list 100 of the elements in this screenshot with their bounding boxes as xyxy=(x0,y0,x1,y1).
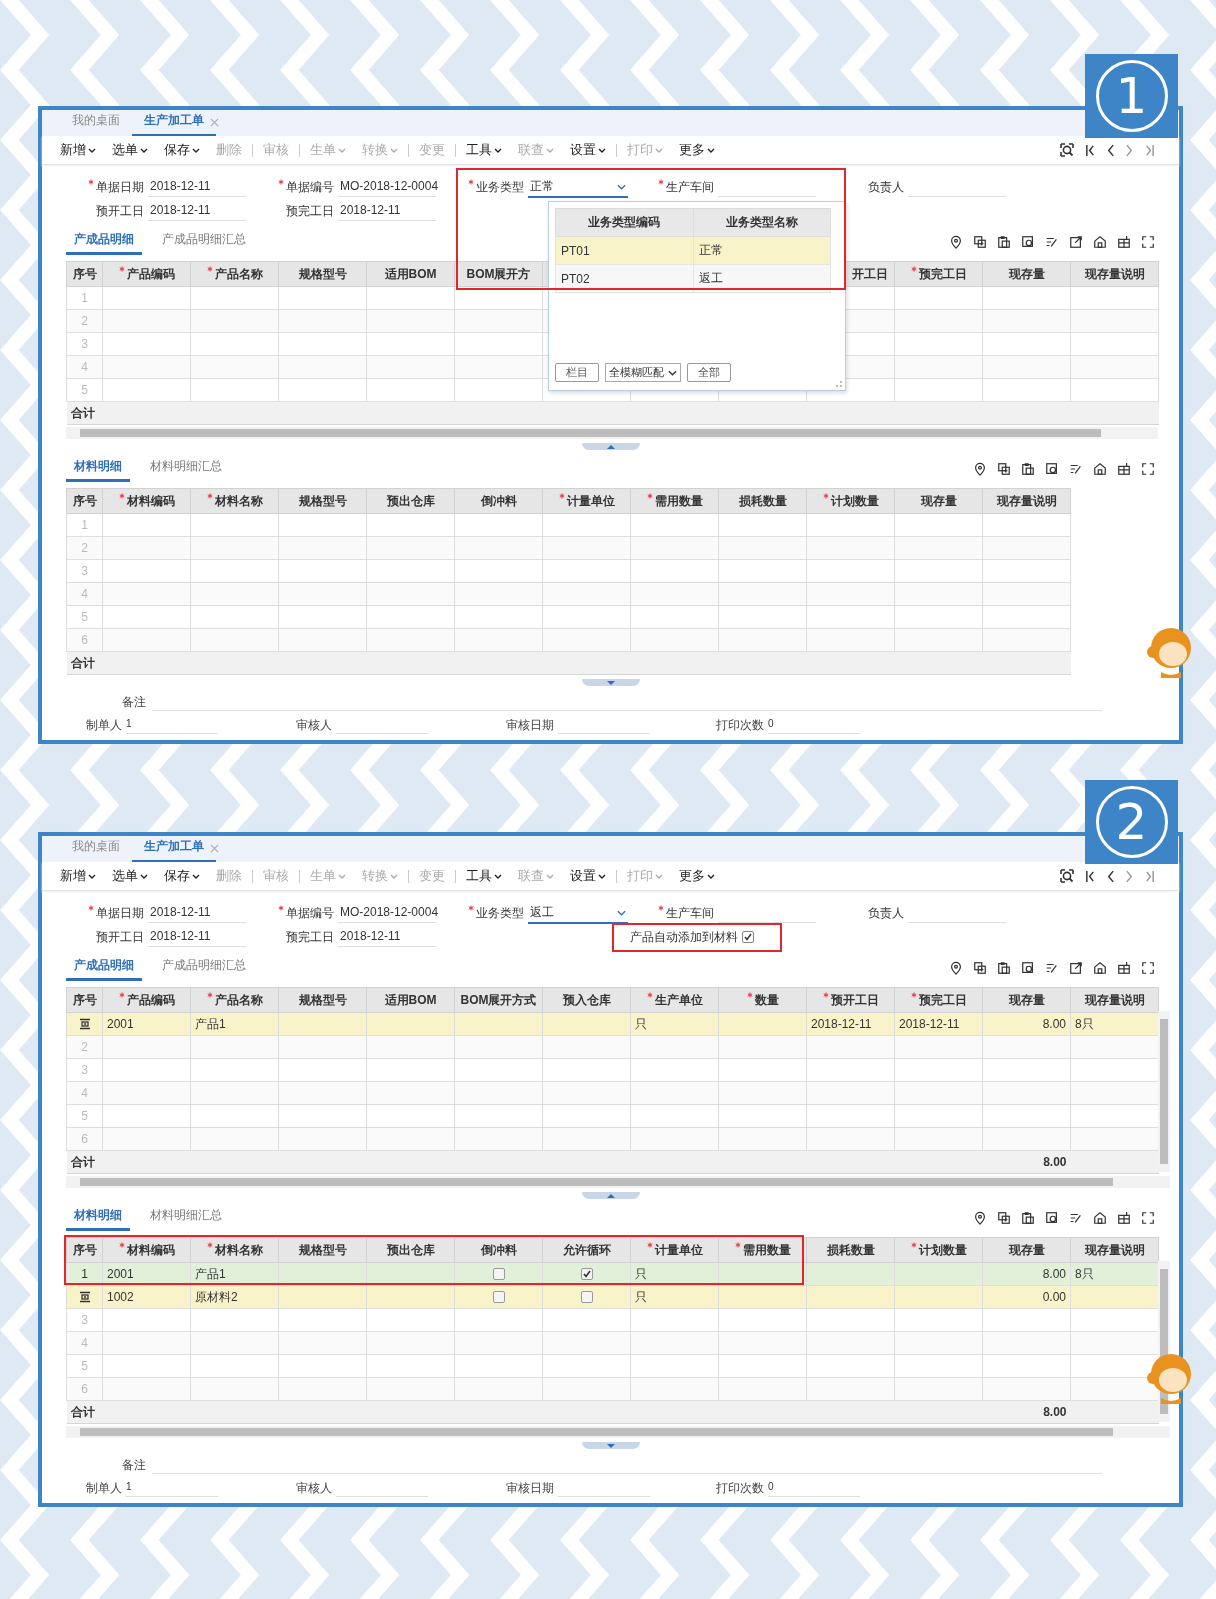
tab[interactable]: 我的桌面 xyxy=(60,112,132,136)
first-page-icon[interactable] xyxy=(1085,142,1096,158)
edit-icon[interactable] xyxy=(1045,235,1059,249)
bank-icon[interactable] xyxy=(1093,462,1107,476)
match-mode-select[interactable]: 全模糊匹配 xyxy=(605,363,681,382)
splitter-handle[interactable] xyxy=(581,1442,640,1449)
text-field[interactable]: 2018-12-11 xyxy=(148,927,246,947)
bank-icon[interactable] xyxy=(1093,961,1107,975)
select-field[interactable]: 返工 xyxy=(528,902,628,924)
fullscreen-icon[interactable] xyxy=(1141,235,1155,249)
copy-icon[interactable] xyxy=(997,462,1011,476)
settings-icon[interactable] xyxy=(1021,961,1035,975)
all-button[interactable]: 全部 xyxy=(687,363,731,382)
tab[interactable]: 生产加工单 xyxy=(132,112,216,136)
splitter-handle[interactable] xyxy=(581,1192,640,1199)
export-icon[interactable] xyxy=(1069,961,1083,975)
text-field[interactable]: 2018-12-11 xyxy=(148,903,246,923)
checkbox[interactable] xyxy=(492,1268,505,1280)
location-icon[interactable] xyxy=(949,961,963,975)
toolbar-button[interactable]: 保存 xyxy=(156,867,208,885)
toolbar-button[interactable]: 设置 xyxy=(562,867,614,885)
horizontal-scrollbar[interactable] xyxy=(66,1426,1170,1438)
copy-icon[interactable] xyxy=(973,961,987,975)
toolbar-button[interactable]: 更多 xyxy=(671,867,723,885)
text-field[interactable]: 2018-12-11 xyxy=(148,201,246,221)
tab[interactable]: 材料明细汇总 xyxy=(142,458,230,482)
columns-icon[interactable] xyxy=(1117,462,1131,476)
previous-icon[interactable] xyxy=(1106,868,1115,884)
splitter-handle[interactable] xyxy=(581,679,640,686)
tab[interactable]: 产成品明细汇总 xyxy=(154,231,254,255)
toolbar-button[interactable]: 更多 xyxy=(671,141,723,159)
settings-icon[interactable] xyxy=(1021,235,1035,249)
location-icon[interactable] xyxy=(973,462,987,476)
checkbox[interactable] xyxy=(492,1291,505,1303)
paste-icon[interactable] xyxy=(1021,462,1035,476)
resize-grip-icon[interactable] xyxy=(836,381,842,387)
last-page-icon[interactable] xyxy=(1144,868,1155,884)
search-icon[interactable] xyxy=(1059,142,1075,158)
first-page-icon[interactable] xyxy=(1085,868,1096,884)
text-field[interactable]: 2018-12-11 xyxy=(148,177,246,197)
paste-icon[interactable] xyxy=(997,961,1011,975)
tab[interactable]: 生产加工单 xyxy=(132,838,216,862)
table-row[interactable]: 2001 产品1 只 2018-12-11 2018-12-11 8.00 8只 xyxy=(66,1012,1159,1036)
checkbox[interactable] xyxy=(742,931,754,943)
fullscreen-icon[interactable] xyxy=(1141,462,1155,476)
fullscreen-icon[interactable] xyxy=(1141,961,1155,975)
next-icon[interactable] xyxy=(1125,868,1134,884)
edit-row-icon[interactable] xyxy=(78,1291,91,1303)
edit-icon[interactable] xyxy=(1045,961,1059,975)
location-icon[interactable] xyxy=(973,1211,987,1225)
tab[interactable]: 产成品明细 xyxy=(66,957,142,981)
toolbar-button[interactable]: 新增 xyxy=(52,141,104,159)
tab[interactable]: 材料明细 xyxy=(66,1207,130,1231)
edit-row-icon[interactable] xyxy=(78,1018,91,1030)
location-icon[interactable] xyxy=(949,235,963,249)
toolbar-button[interactable]: 设置 xyxy=(562,141,614,159)
bank-icon[interactable] xyxy=(1093,235,1107,249)
toolbar-button[interactable]: 选单 xyxy=(104,141,156,159)
next-icon[interactable] xyxy=(1125,142,1134,158)
paste-icon[interactable] xyxy=(997,235,1011,249)
edit-icon[interactable] xyxy=(1069,462,1083,476)
paste-icon[interactable] xyxy=(1021,1211,1035,1225)
previous-icon[interactable] xyxy=(1106,142,1115,158)
checkbox[interactable] xyxy=(580,1268,593,1280)
edit-icon[interactable] xyxy=(1069,1211,1083,1225)
toolbar-button[interactable]: 保存 xyxy=(156,141,208,159)
columns-icon[interactable] xyxy=(1117,1211,1131,1225)
horizontal-scrollbar[interactable] xyxy=(66,1176,1170,1188)
tab[interactable]: 产成品明细汇总 xyxy=(154,957,254,981)
last-page-icon[interactable] xyxy=(1144,142,1155,158)
export-icon[interactable] xyxy=(1069,235,1083,249)
text-field[interactable]: 0 xyxy=(768,718,860,734)
columns-icon[interactable] xyxy=(1117,235,1131,249)
toolbar-button[interactable]: 选单 xyxy=(104,867,156,885)
splitter-handle[interactable] xyxy=(581,443,640,450)
columns-button[interactable]: 栏目 xyxy=(555,363,599,382)
text-field[interactable]: 1 xyxy=(126,1481,218,1497)
copy-icon[interactable] xyxy=(997,1211,1011,1225)
tab[interactable]: 我的桌面 xyxy=(60,838,132,862)
bank-icon[interactable] xyxy=(1093,1211,1107,1225)
text-field[interactable]: 2018-12-11 xyxy=(338,201,436,221)
horizontal-scrollbar[interactable] xyxy=(66,427,1158,439)
tab[interactable]: 产成品明细 xyxy=(66,231,142,255)
columns-icon[interactable] xyxy=(1117,961,1131,975)
vertical-scrollbar[interactable] xyxy=(1158,1011,1170,1172)
fullscreen-icon[interactable] xyxy=(1141,1211,1155,1225)
toolbar-button[interactable]: 工具 xyxy=(458,867,510,885)
tab[interactable]: 材料明细汇总 xyxy=(142,1207,230,1231)
toolbar-button[interactable]: 新增 xyxy=(52,867,104,885)
search-icon[interactable] xyxy=(1059,868,1075,884)
settings-icon[interactable] xyxy=(1045,1211,1059,1225)
checkbox[interactable] xyxy=(580,1291,593,1303)
table-row[interactable]: 1002 原材料2 只 0.00 xyxy=(66,1285,1159,1309)
toolbar-button[interactable]: 工具 xyxy=(458,141,510,159)
copy-icon[interactable] xyxy=(973,235,987,249)
text-field[interactable]: 0 xyxy=(768,1481,860,1497)
tab[interactable]: 材料明细 xyxy=(66,458,130,482)
select-field[interactable]: 正常 xyxy=(528,176,628,198)
settings-icon[interactable] xyxy=(1045,462,1059,476)
text-field[interactable]: MO-2018-12-0004 xyxy=(338,177,436,197)
